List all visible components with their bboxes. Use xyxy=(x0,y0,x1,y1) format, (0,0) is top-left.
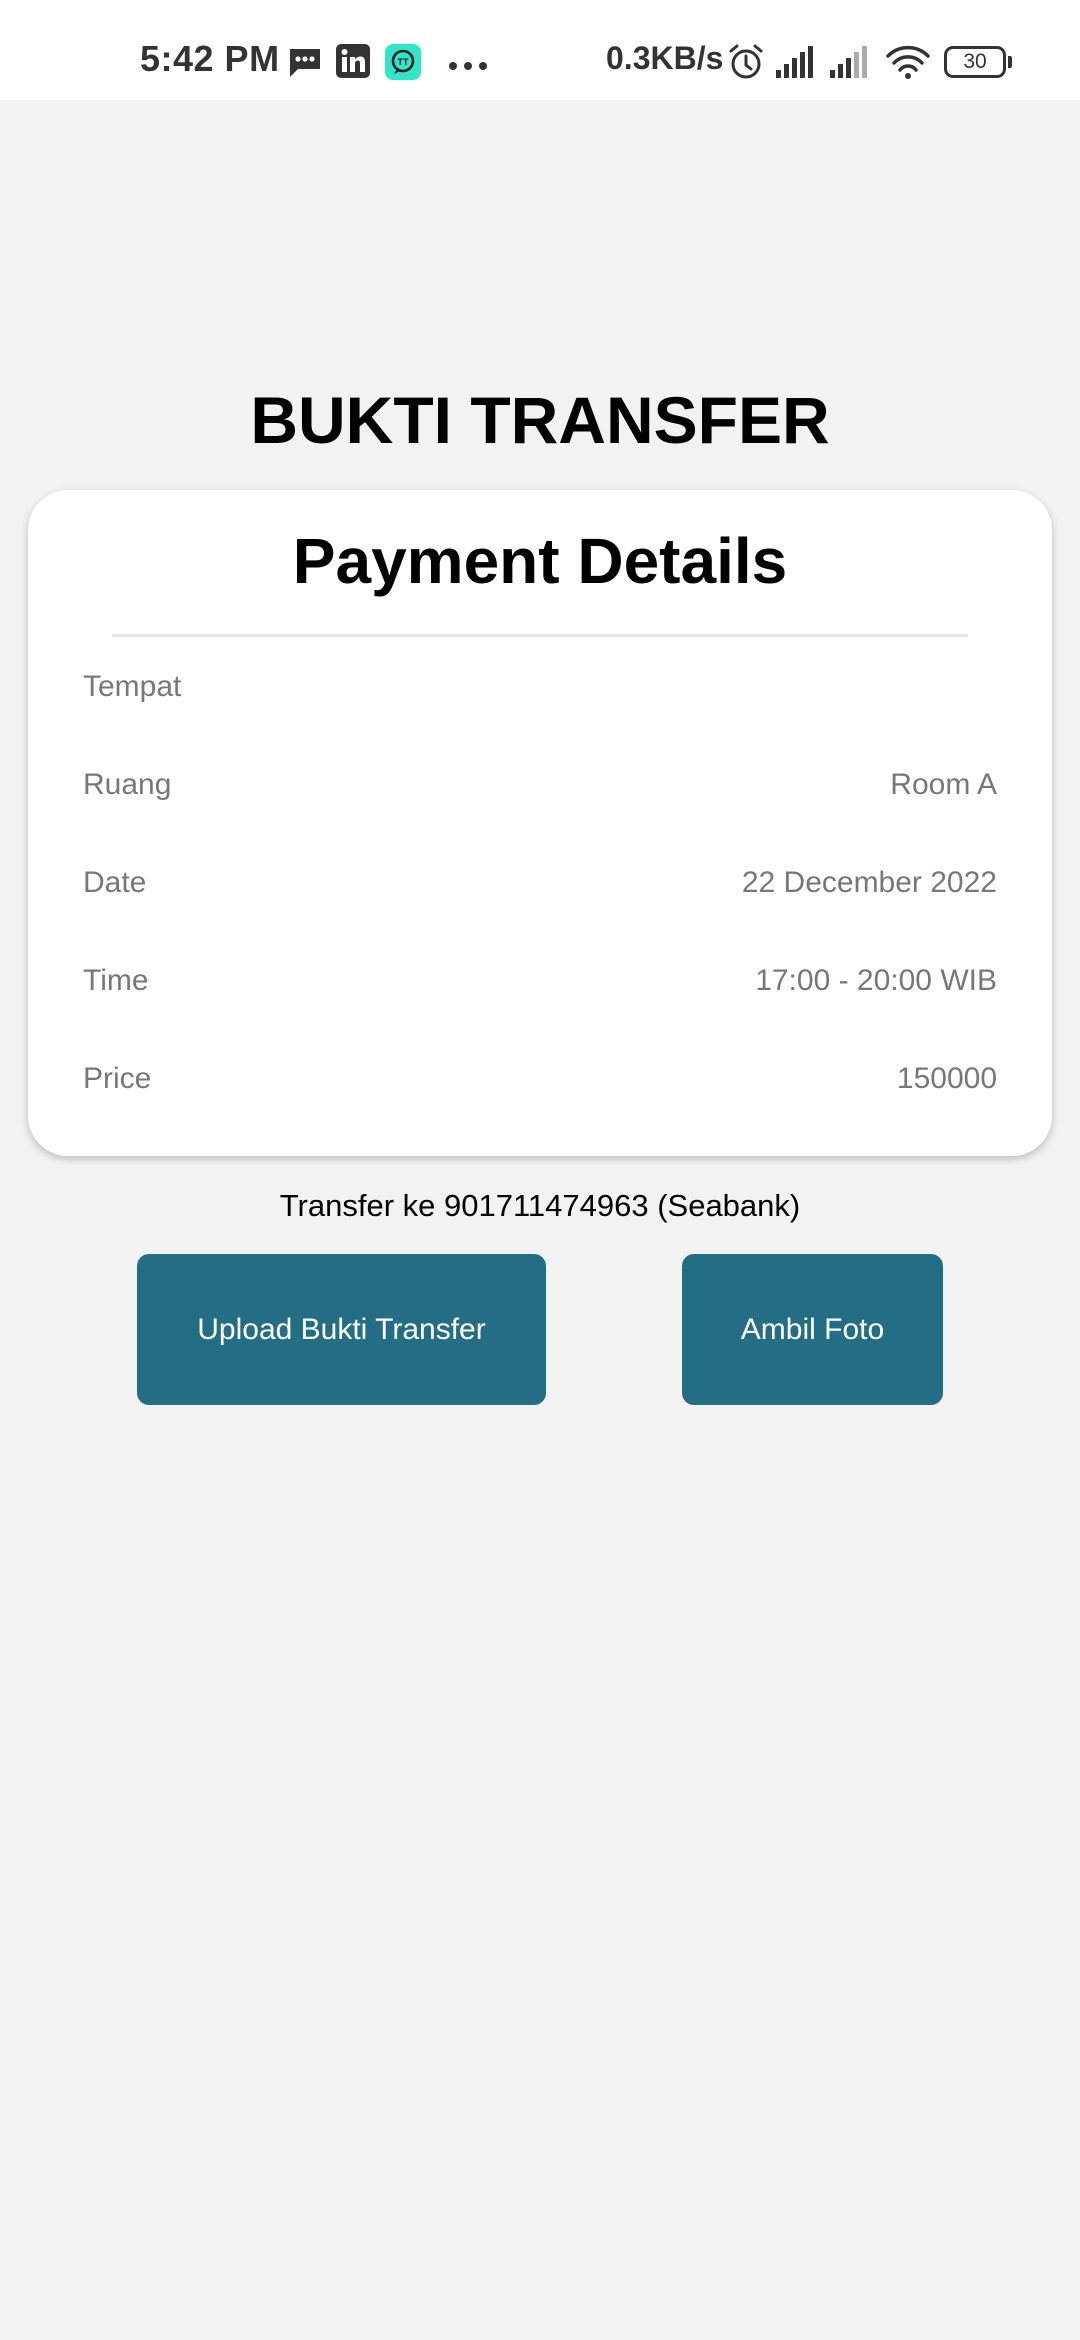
take-photo-button[interactable]: Ambil Foto xyxy=(682,1254,943,1405)
alarm-icon xyxy=(728,43,764,86)
detail-label: Date xyxy=(83,866,147,899)
transfer-account-note: Transfer ke 901711474963 (Seabank) xyxy=(279,1188,801,1223)
detail-label: Price xyxy=(83,1062,152,1095)
svg-text:TT: TT xyxy=(398,57,409,67)
detail-row-time: Time 17:00 - 20:00 WIB xyxy=(83,964,997,1014)
detail-label: Time xyxy=(83,964,149,997)
message-icon xyxy=(288,46,322,85)
signal-icon xyxy=(776,46,816,83)
detail-value: Room A xyxy=(890,768,997,801)
payment-details-card: Payment Details Tempat Ruang Room A Date… xyxy=(28,490,1052,1156)
page-title: BUKTI TRANSFER xyxy=(250,383,830,457)
wifi-icon xyxy=(886,44,930,85)
battery-icon: 30 xyxy=(944,46,1006,78)
detail-value: 22 December 2022 xyxy=(741,866,997,899)
divider xyxy=(112,634,968,637)
detail-row-date: Date 22 December 2022 xyxy=(83,866,997,916)
linkedin-icon xyxy=(336,44,370,83)
signal-icon xyxy=(830,46,870,83)
more-dots-icon xyxy=(448,58,488,76)
network-speed: 0.3KB/s xyxy=(606,40,724,76)
detail-value: 150000 xyxy=(896,1062,997,1095)
status-bar: 5:42 PM TT 0.3KB/s 30 xyxy=(0,0,1080,100)
app-notification-icon: TT xyxy=(385,44,421,85)
upload-proof-button[interactable]: Upload Bukti Transfer xyxy=(137,1254,546,1405)
detail-row-tempat: Tempat xyxy=(83,670,997,720)
detail-value: 17:00 - 20:00 WIB xyxy=(755,964,997,997)
detail-row-price: Price 150000 xyxy=(83,1062,997,1112)
card-title: Payment Details xyxy=(292,525,788,597)
status-time: 5:42 PM xyxy=(140,38,280,79)
detail-row-ruang: Ruang Room A xyxy=(83,768,997,818)
detail-label: Tempat xyxy=(83,670,182,703)
battery-nub xyxy=(1008,56,1012,68)
detail-label: Ruang xyxy=(83,768,172,801)
